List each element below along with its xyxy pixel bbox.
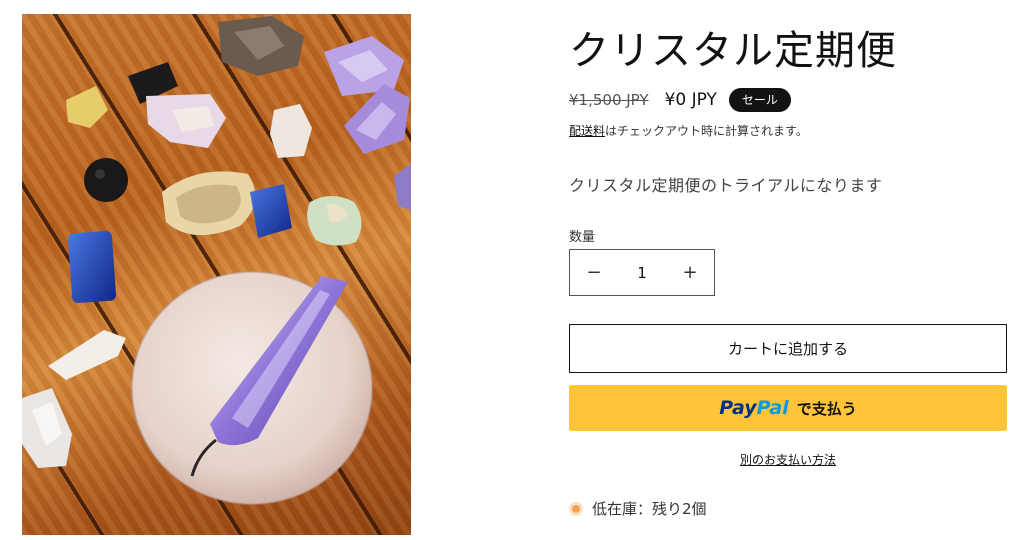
stock-status: 低在庫：残り2個 bbox=[569, 498, 707, 519]
price-row: ¥1,500 JPY ¥0 JPY セール bbox=[569, 88, 791, 112]
shipping-note: 配送料はチェックアウト時に計算されます。 bbox=[569, 122, 808, 139]
paypal-logo-pay: Pay bbox=[719, 397, 757, 419]
product-image bbox=[22, 14, 411, 535]
sale-badge: セール bbox=[728, 88, 791, 112]
more-payment-options-link[interactable]: 別のお支払い方法 bbox=[569, 451, 1007, 468]
product-title: クリスタル定期便 bbox=[569, 28, 897, 74]
quantity-label: 数量 bbox=[569, 230, 596, 245]
original-price: ¥1,500 JPY bbox=[569, 91, 649, 109]
stock-status-text: 低在庫：残り2個 bbox=[592, 500, 707, 518]
product-image-art bbox=[22, 16, 411, 505]
paypal-button-label: で支払う bbox=[796, 399, 857, 418]
quantity-input[interactable]: 1 bbox=[618, 264, 666, 282]
stock-indicator-dot-icon bbox=[572, 504, 580, 513]
add-to-cart-button[interactable]: カートに追加する bbox=[569, 324, 1007, 373]
paypal-button[interactable]: Pay Pal で支払う bbox=[569, 385, 1007, 431]
shipping-link[interactable]: 配送料 bbox=[569, 124, 605, 138]
quantity-stepper: − 1 + bbox=[569, 249, 715, 296]
product-description: クリスタル定期便のトライアルになります bbox=[569, 176, 883, 195]
sale-price: ¥0 JPY bbox=[664, 90, 717, 110]
quantity-increase-button[interactable]: + bbox=[666, 262, 714, 283]
shipping-text: はチェックアウト時に計算されます。 bbox=[605, 124, 808, 138]
quantity-decrease-button[interactable]: − bbox=[570, 262, 618, 283]
paypal-logo-pal: Pal bbox=[756, 397, 789, 419]
